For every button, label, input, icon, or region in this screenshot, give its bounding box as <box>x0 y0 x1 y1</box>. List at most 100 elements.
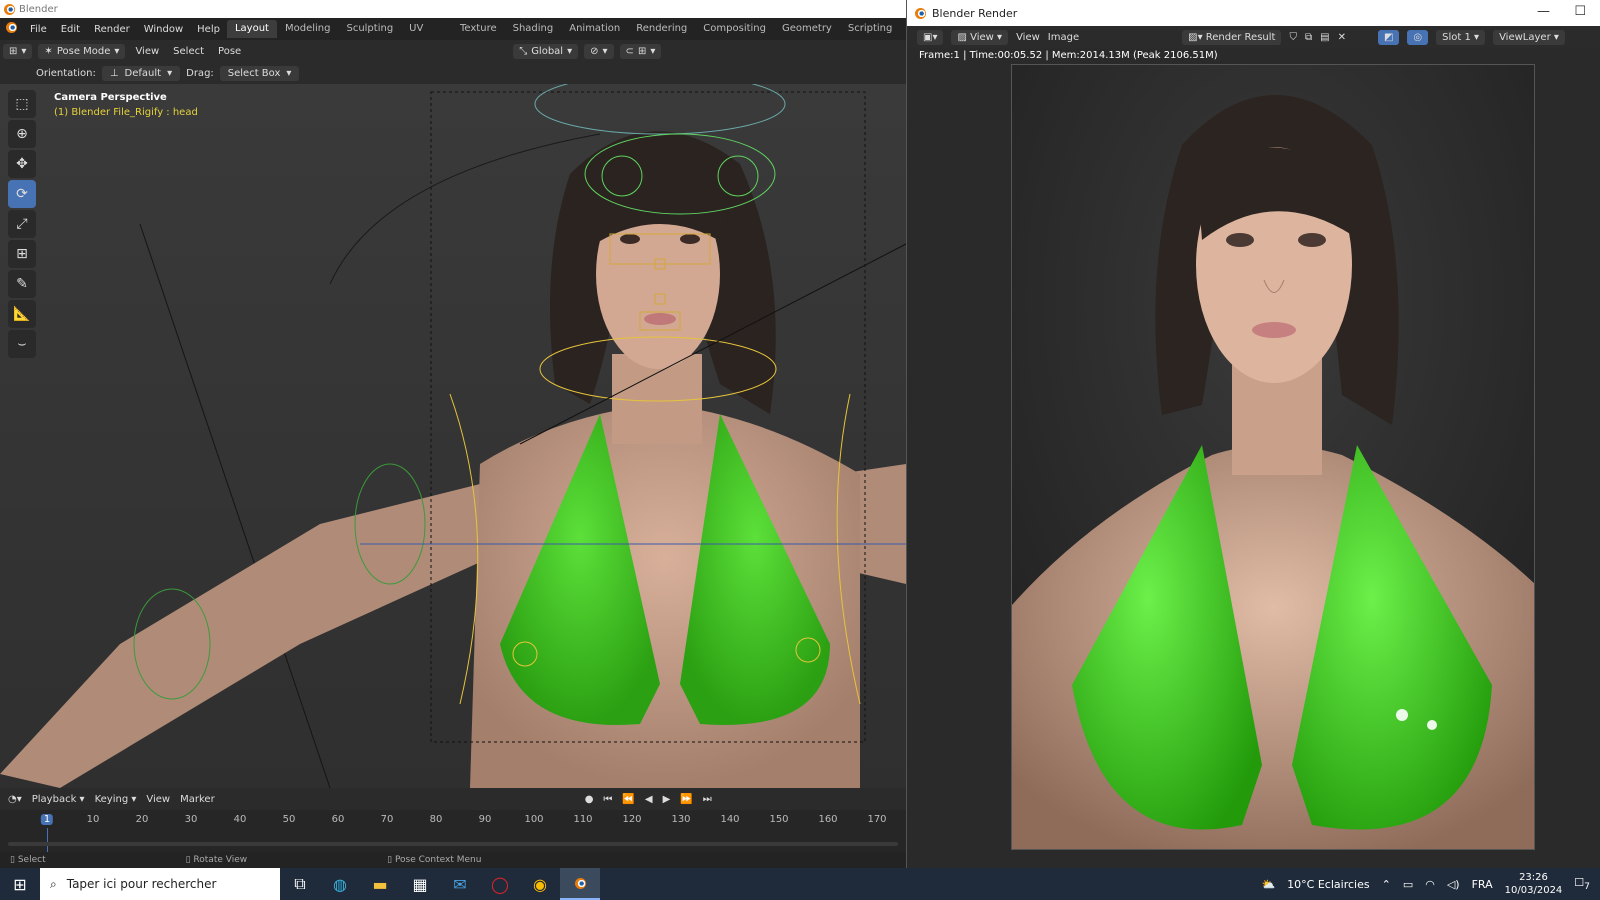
menu-playback[interactable]: Playback ▾ <box>32 794 85 805</box>
tab-rendering[interactable]: Rendering <box>628 20 695 38</box>
menu-select[interactable]: Select <box>166 46 211 57</box>
view-mode-dropdown[interactable]: ▨ View ▾ <box>951 29 1009 45</box>
editor-type-button[interactable]: ▣▾ <box>917 29 944 45</box>
annotate-tool[interactable]: ✎ <box>8 270 36 298</box>
orientation-dropdown[interactable]: ⊥ Default ▾ <box>101 65 181 81</box>
play-reverse-icon[interactable]: ◀ <box>645 794 653 805</box>
tick: 130 <box>671 814 691 825</box>
close-icon[interactable]: ✕ <box>1338 32 1346 43</box>
pose-icon: ✶ <box>44 45 53 57</box>
tab-texture-paint[interactable]: Texture Paint <box>452 20 505 52</box>
start-button[interactable]: ⊞ <box>0 868 40 900</box>
image-browse-icon: ▨ <box>1188 31 1198 43</box>
usb-icon[interactable]: ▭ <box>1403 878 1413 891</box>
prev-key-icon[interactable]: ⏪ <box>622 794 634 805</box>
render-result-image[interactable] <box>1011 64 1535 850</box>
timeline[interactable]: 1 10 20 30 40 50 60 70 80 90 100 110 120… <box>0 810 906 852</box>
transform-orientation-dropdown[interactable]: ⤡ Global ▾ <box>513 43 579 59</box>
tick: 170 <box>867 814 887 825</box>
taskbar-search[interactable]: ⌕ Taper ici pour rechercher <box>40 868 280 900</box>
menu-render[interactable]: Render <box>87 24 137 35</box>
jump-start-icon[interactable]: ⏮ <box>603 794 612 805</box>
jump-end-icon[interactable]: ⏭ <box>703 794 712 805</box>
wifi-icon[interactable]: ◠ <box>1425 878 1435 891</box>
store-icon[interactable]: ▦ <box>400 868 440 900</box>
menu-image[interactable]: Image <box>1048 32 1079 43</box>
menu-pose[interactable]: Pose <box>211 46 248 57</box>
weather-text[interactable]: 10°C Eclaircies <box>1287 878 1369 891</box>
edge-icon[interactable]: ◍ <box>320 868 360 900</box>
blender-menu-icon[interactable] <box>0 22 23 36</box>
mail-icon[interactable]: ✉ <box>440 868 480 900</box>
file-explorer-icon[interactable]: ▬ <box>360 868 400 900</box>
minimize-icon[interactable]: — <box>1537 4 1550 19</box>
blender-taskbar-icon[interactable] <box>560 868 600 900</box>
tab-layout[interactable]: Layout <box>226 20 277 38</box>
menu-timeline-view[interactable]: View <box>146 794 170 805</box>
clock[interactable]: 23:26 10/03/2024 <box>1505 871 1563 897</box>
tab-animation[interactable]: Animation <box>561 20 628 38</box>
record-icon[interactable]: ● <box>585 794 594 805</box>
viewport-info: Camera Perspective (1) Blender File_Rigi… <box>54 90 198 120</box>
tab-scripting[interactable]: Scripting <box>840 20 900 38</box>
slot-dropdown[interactable]: Slot 1 ▾ <box>1436 29 1486 45</box>
relax-tool[interactable]: ⌣ <box>8 330 36 358</box>
drag-dropdown[interactable]: Select Box ▾ <box>219 65 300 81</box>
shield-icon[interactable]: ⛉ <box>1289 32 1297 43</box>
tab-shading[interactable]: Shading <box>505 20 562 38</box>
render-result-selector[interactable]: ▨▾ Render Result <box>1182 29 1282 45</box>
gizmo-toggle[interactable]: ◩ <box>1377 29 1400 45</box>
scale-tool[interactable]: ⤢ <box>8 210 36 238</box>
tab-compositing[interactable]: Compositing <box>695 20 774 38</box>
weather-icon[interactable]: ⛅ <box>1261 878 1275 891</box>
clock-date: 10/03/2024 <box>1504 885 1563 896</box>
clock-time: 23:26 <box>1519 872 1548 883</box>
tab-uv-editing[interactable]: UV Editing <box>401 20 452 52</box>
volume-icon[interactable]: ◁) <box>1447 878 1460 891</box>
menu-edit[interactable]: Edit <box>54 24 87 35</box>
menu-help[interactable]: Help <box>190 24 227 35</box>
menu-marker[interactable]: Marker <box>180 794 215 805</box>
chrome-icon[interactable]: ◉ <box>520 868 560 900</box>
editor-type-button[interactable]: ⊞ ▾ <box>3 43 33 59</box>
notification-icon[interactable]: ☐7 <box>1574 876 1590 892</box>
menu-window[interactable]: Window <box>137 24 190 35</box>
tab-sculpting[interactable]: Sculpting <box>338 20 401 38</box>
snap-toggle[interactable]: ⊂ ⊞ ▾ <box>619 43 662 59</box>
menu-file[interactable]: File <box>23 24 54 35</box>
3d-viewport[interactable]: ⬚ ⊕ ✥ ⟳ ⤢ ⊞ ✎ 📐 ⌣ Camera Perspective (1)… <box>0 84 906 788</box>
play-icon[interactable]: ▶ <box>663 794 671 805</box>
next-key-icon[interactable]: ⏩ <box>680 794 692 805</box>
view-layer-dropdown[interactable]: ViewLayer ▾ <box>1493 29 1565 45</box>
chevron-up-icon[interactable]: ⌃ <box>1382 878 1391 891</box>
measure-tool[interactable]: 📐 <box>8 300 36 328</box>
status-bar: ▯ Select ▯ Rotate View ▯ Pose Context Me… <box>0 852 906 868</box>
duplicate-icon[interactable]: ⧉ <box>1305 32 1312 43</box>
menu-view[interactable]: View <box>1016 32 1040 43</box>
mode-dropdown[interactable]: ✶ Pose Mode ▾ <box>38 43 126 59</box>
rotate-tool[interactable]: ⟳ <box>8 180 36 208</box>
move-icon: ✥ <box>16 156 28 172</box>
language-indicator[interactable]: FRA <box>1472 878 1493 891</box>
blender-main-window: Blender File Edit Render Window Help Lay… <box>0 0 917 868</box>
select-tool[interactable]: ⬚ <box>8 90 36 118</box>
clock-icon[interactable]: ◔▾ <box>8 794 22 805</box>
move-tool[interactable]: ✥ <box>8 150 36 178</box>
current-frame-indicator[interactable]: 1 <box>40 814 54 825</box>
top-bar: File Edit Render Window Help Layout Mode… <box>0 18 917 52</box>
tab-modeling[interactable]: Modeling <box>277 20 339 38</box>
pivot-dropdown[interactable]: ⊘ ▾ <box>584 43 614 59</box>
opera-icon[interactable]: ◯ <box>480 868 520 900</box>
menu-view[interactable]: View <box>128 46 166 57</box>
overlay-toggle[interactable]: ◎ <box>1407 29 1429 45</box>
status-context: ▯ Pose Context Menu <box>387 855 482 865</box>
cursor-tool[interactable]: ⊕ <box>8 120 36 148</box>
timeline-scrollbar[interactable] <box>8 842 898 846</box>
transform-tool[interactable]: ⊞ <box>8 240 36 268</box>
tab-geometry-nodes[interactable]: Geometry Nodes <box>774 20 840 52</box>
maximize-icon[interactable]: ☐ <box>1574 4 1586 19</box>
folder-icon[interactable]: ▤ <box>1320 32 1329 43</box>
task-view-icon[interactable]: ⧉ <box>280 868 320 900</box>
menu-keying[interactable]: Keying ▾ <box>95 794 137 805</box>
tick: 160 <box>818 814 838 825</box>
